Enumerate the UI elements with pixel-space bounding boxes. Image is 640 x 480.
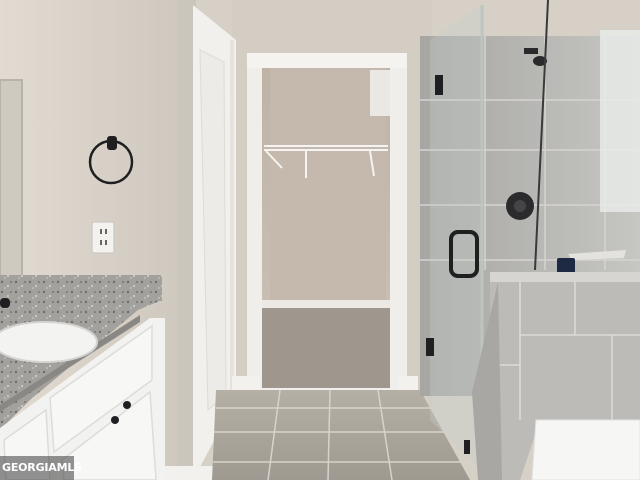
sink-basin [0,321,98,363]
baseboard [398,376,418,390]
toiletry-item [557,258,575,274]
baseboard [160,466,216,480]
drawer-knob-icon [111,416,119,424]
mirror [0,79,23,281]
faucet [0,298,10,308]
bathtub [531,419,640,480]
outlet-icon [91,221,115,254]
baseboard [232,376,260,390]
bathroom-scene [0,0,640,480]
shower-valve-icon [506,192,534,220]
drawer-knob-icon [123,401,131,409]
bathroom-photo: GEORGIAMLS [0,0,640,480]
walk-in-closet [262,68,392,388]
mls-watermark: GEORGIAMLS [0,456,82,480]
